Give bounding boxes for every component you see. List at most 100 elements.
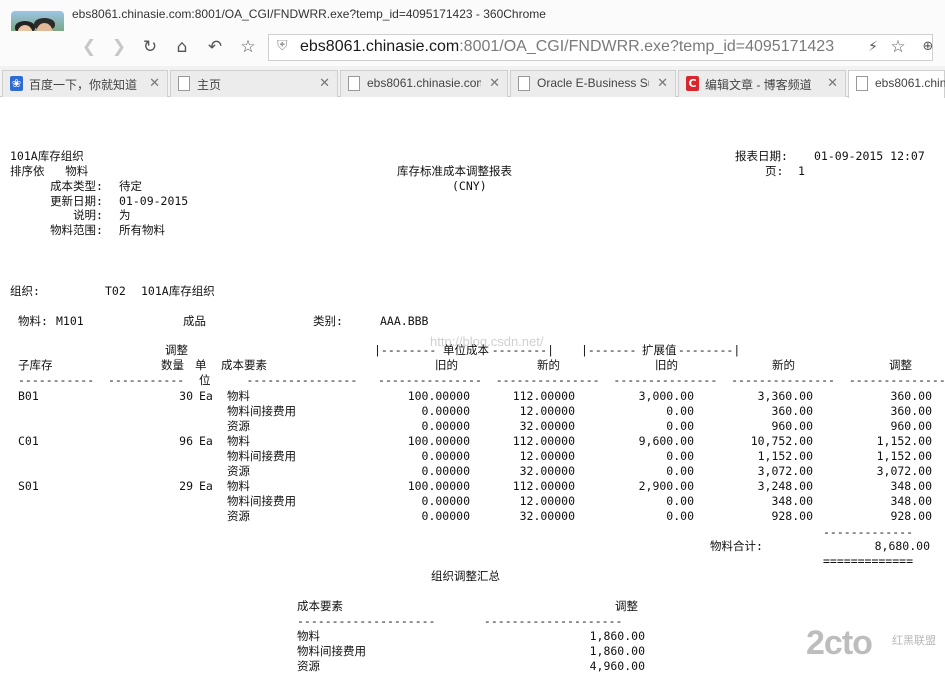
item-total-label: 物料合计: — [710, 539, 763, 553]
unit-cost-old: 0.00000 — [421, 464, 470, 478]
window-title: ebs8061.chinasie.com:8001/OA_CGI/FNDWRR.… — [72, 7, 546, 21]
page-icon — [856, 76, 868, 91]
tab-home[interactable]: 主页 ✕ — [170, 70, 338, 97]
unit-cost-old: 0.00000 — [421, 494, 470, 508]
report-date: 01-09-2015 12:07 — [814, 149, 925, 163]
ext-value-old: 0.00 — [666, 464, 694, 478]
cost-element: 资源 — [227, 509, 250, 523]
ext-value-new: 348.00 — [771, 494, 813, 508]
header-subinv: 子库存 — [18, 358, 53, 372]
header-unit-cost: 单位成本 — [443, 343, 489, 357]
ext-value-new: 1,152.00 — [757, 449, 813, 463]
site-logo: 2cto 红黑联盟 — [806, 624, 936, 662]
forward-icon[interactable]: ❯ — [108, 36, 130, 58]
ext-value-new: 928.00 — [771, 509, 813, 523]
report-title: 库存标准成本调整报表 — [397, 164, 512, 178]
subinventory-code: B01 — [18, 389, 39, 403]
ext-value-old: 2,900.00 — [638, 479, 694, 493]
ext-value-old: 0.00 — [666, 509, 694, 523]
header-element: 成本要素 — [221, 358, 267, 372]
param-label: 更新日期: — [50, 194, 103, 208]
favorite-star-icon[interactable]: ☆ — [887, 36, 909, 58]
unit-cost-new: 12.00000 — [519, 404, 575, 418]
cost-element: 资源 — [227, 419, 250, 433]
back-icon[interactable]: ❮ — [78, 36, 100, 58]
unit-cost-old: 100.00000 — [407, 479, 470, 493]
param-value: 待定 — [119, 179, 142, 193]
header-adjust: 调整 — [889, 358, 912, 372]
page-icon — [178, 76, 190, 91]
undo-close-icon[interactable]: ↶ — [204, 36, 226, 58]
adjustment: 348.00 — [890, 494, 932, 508]
item-code: M101 — [56, 314, 84, 328]
reload-icon[interactable]: ↻ — [139, 36, 161, 58]
tab-baidu[interactable]: ❀ 百度一下，你就知道 ✕ — [2, 70, 168, 97]
tab-label: Oracle E-Business Sui — [537, 76, 649, 90]
home-icon[interactable]: ⌂ — [171, 36, 193, 58]
report-date-label: 报表日期: — [735, 149, 788, 163]
expand-icon[interactable]: ⊕ — [917, 36, 939, 58]
unit-of-measure: Ea — [199, 434, 213, 448]
ext-value-new: 3,072.00 — [757, 464, 813, 478]
ext-value-new: 960.00 — [771, 419, 813, 433]
cost-element: 物料间接费用 — [227, 449, 296, 463]
sort-by: 排序依 物料 — [10, 164, 89, 178]
org-label: 组织: — [10, 284, 40, 298]
unit-cost-old: 0.00000 — [421, 419, 470, 433]
summary-element: 资源 — [297, 659, 320, 673]
unit-cost-new: 32.00000 — [519, 464, 575, 478]
tab-ebs[interactable]: ebs8061.chinasie.com ✕ — [340, 70, 508, 97]
org-code: T02 — [105, 284, 126, 298]
tab-ebs-active[interactable]: ebs8061.china — [848, 70, 945, 98]
param-label: 成本类型: — [50, 179, 103, 193]
quantity: 30 — [179, 389, 193, 403]
ext-value-new: 10,752.00 — [750, 434, 813, 448]
item-total-value: 8,680.00 — [874, 539, 930, 553]
csdn-c-icon: C — [686, 76, 699, 91]
close-icon[interactable]: ✕ — [149, 76, 160, 91]
adjustment: 360.00 — [890, 404, 932, 418]
summary-element: 物料 — [297, 629, 320, 643]
tab-label: ebs8061.china — [875, 76, 945, 90]
bookmark-star-icon[interactable]: ☆ — [237, 36, 259, 58]
shield-icon[interactable]: ⛨ — [277, 38, 288, 54]
summary-header-element: 成本要素 — [297, 599, 343, 613]
org-line: 101A库存组织 — [10, 149, 84, 163]
category-value: AAA.BBB — [380, 314, 429, 328]
adjustment: 960.00 — [890, 419, 932, 433]
close-icon[interactable]: ✕ — [827, 76, 838, 91]
header-uom: 单 — [195, 358, 207, 372]
unit-cost-new: 112.00000 — [512, 434, 575, 448]
report-currency: (CNY) — [452, 179, 487, 193]
summary-adjustment: 4,960.00 — [589, 659, 645, 673]
cost-element: 资源 — [227, 464, 250, 478]
ext-value-old: 0.00 — [666, 449, 694, 463]
unit-of-measure: Ea — [199, 389, 213, 403]
page-icon — [518, 76, 530, 91]
close-icon[interactable]: ✕ — [657, 76, 668, 91]
address-input[interactable]: ebs8061.chinasie.com:8001/OA_CGI/FNDWRR.… — [300, 38, 834, 56]
ext-value-old: 0.00 — [666, 404, 694, 418]
header-qty: 数量 — [161, 358, 184, 372]
unit-cost-new: 12.00000 — [519, 449, 575, 463]
header-divider: ----------- ----------- ----------------… — [18, 373, 945, 387]
tab-csdn[interactable]: C 编辑文章 - 博客频道 ✕ — [678, 70, 846, 97]
ext-value-old: 0.00 — [666, 494, 694, 508]
unit-cost-new: 112.00000 — [512, 389, 575, 403]
subinventory-code: C01 — [18, 434, 39, 448]
baidu-paw-icon: ❀ — [10, 76, 23, 91]
adjustment: 1,152.00 — [876, 434, 932, 448]
summary-element: 物料间接费用 — [297, 644, 366, 658]
adjustment: 1,152.00 — [876, 449, 932, 463]
summary-title: 组织调整汇总 — [431, 569, 500, 583]
close-icon[interactable]: ✕ — [489, 76, 500, 91]
close-icon[interactable]: ✕ — [319, 76, 330, 91]
org-name: 101A库存组织 — [141, 284, 215, 298]
header-adjust-top: 调整 — [165, 343, 188, 357]
adjustment: 348.00 — [890, 479, 932, 493]
tab-label: 主页 — [197, 78, 222, 92]
item-description: 成品 — [183, 314, 206, 328]
ext-value-new: 3,248.00 — [757, 479, 813, 493]
lightning-icon[interactable]: ⚡ — [862, 36, 884, 58]
tab-oracle[interactable]: Oracle E-Business Sui ✕ — [510, 70, 676, 97]
